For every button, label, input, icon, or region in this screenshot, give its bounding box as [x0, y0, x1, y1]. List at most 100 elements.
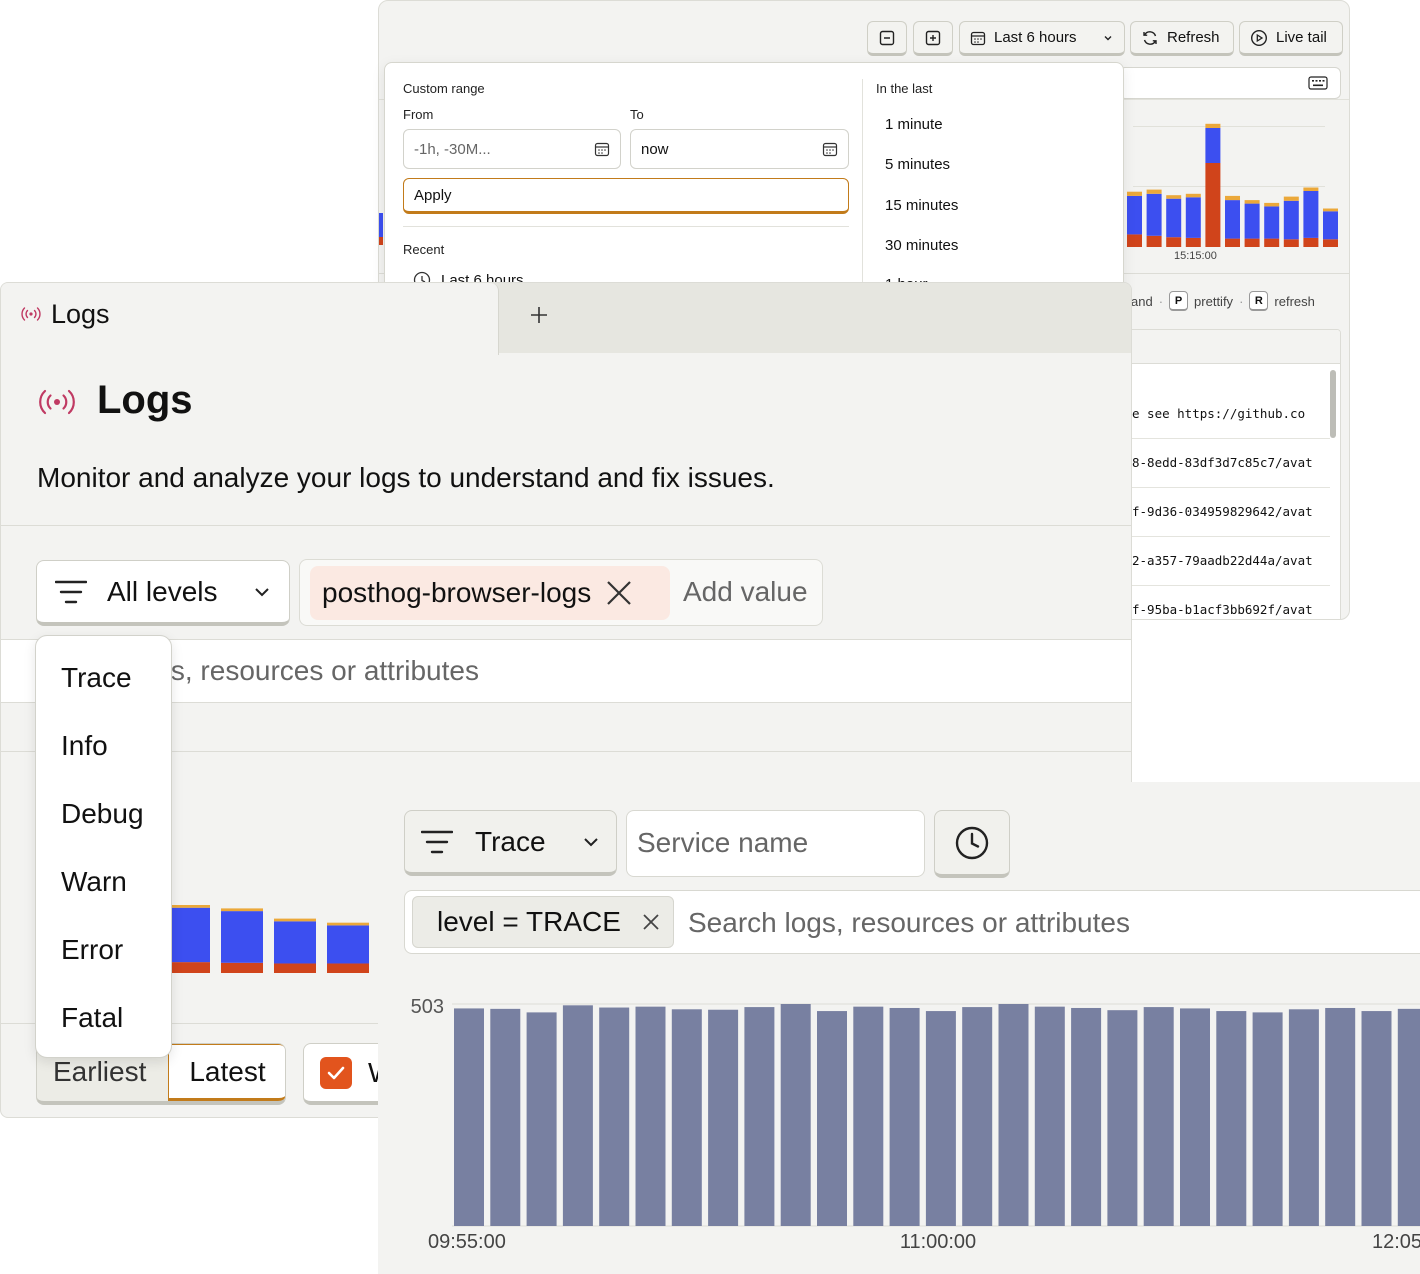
time-range-button[interactable] — [934, 810, 1010, 878]
x-tick-label: 12:05 — [1372, 1231, 1420, 1253]
calendar-icon — [594, 142, 610, 157]
log-line[interactable]: f-95ba-b1acf3bb692f/avat — [1132, 602, 1313, 617]
close-icon[interactable] — [641, 912, 661, 932]
chart-bar-error — [1264, 238, 1280, 247]
chart-bar — [1252, 1012, 1283, 1226]
log-line[interactable]: 2-a357-79aadb22d44a/avat — [1132, 553, 1313, 568]
chart-bar-warn — [221, 908, 263, 912]
chart-bar-info — [1283, 200, 1299, 240]
level-option-warn[interactable]: Warn — [61, 866, 127, 898]
level-option-fatal[interactable]: Fatal — [61, 1002, 123, 1034]
chart-bar-info — [1185, 197, 1201, 238]
to-value: now — [641, 140, 669, 158]
service-filter[interactable]: posthog-browser-logs Add value — [299, 559, 823, 626]
sort-latest-button[interactable]: Latest — [168, 1044, 285, 1101]
chart-bar — [1325, 1007, 1356, 1226]
shortcut-key[interactable]: P — [1169, 291, 1189, 311]
level-option-info[interactable]: Info — [61, 730, 108, 762]
search-bar[interactable] — [1119, 67, 1341, 99]
live-tail-button[interactable]: Live tail — [1239, 21, 1343, 56]
chart-bar-error — [274, 963, 316, 973]
zoom-in-button[interactable] — [913, 21, 953, 56]
page-description: Monitor and analyze your logs to underst… — [37, 462, 775, 493]
date-range-popover: Custom range From To -1h, -30M... now Ap… — [384, 62, 1124, 302]
chart-bar — [599, 1007, 630, 1226]
sort-earliest-button[interactable]: Earliest — [53, 1056, 146, 1088]
refresh-label: Refresh — [1167, 29, 1220, 46]
chart-bar — [1361, 1011, 1392, 1226]
chart-bar-error — [1283, 239, 1299, 247]
trace-level-select[interactable]: Trace — [404, 810, 617, 876]
service-name-input[interactable]: Service name — [626, 810, 925, 877]
apply-button[interactable]: Apply — [403, 178, 849, 214]
custom-range-title: Custom range — [403, 81, 485, 96]
trace-level-label: Trace — [475, 825, 546, 857]
service-chip-label: posthog-browser-logs — [322, 577, 592, 608]
chart-bar — [1216, 1011, 1247, 1226]
chart-bar — [379, 237, 383, 245]
refresh-icon — [1143, 30, 1157, 45]
level-menu: Trace Info Debug Warn Error Fatal — [35, 635, 172, 1058]
plus-icon[interactable] — [528, 304, 550, 326]
check-icon — [327, 1066, 345, 1079]
date-range-label: Last 6 hours — [994, 29, 1077, 46]
wrap-checkbox[interactable] — [320, 1056, 352, 1089]
level-option-trace[interactable]: Trace — [61, 662, 132, 694]
to-input[interactable]: now — [630, 129, 849, 169]
chart-bar — [1071, 1007, 1102, 1226]
chart-bar-info — [1127, 195, 1142, 235]
chart-bar-warn — [1323, 208, 1338, 212]
chart-bar-warn — [327, 922, 369, 926]
chart-bar-info — [168, 907, 210, 963]
trace-search-input[interactable]: level = TRACE Search logs, resources or … — [404, 890, 1420, 954]
scrollbar[interactable] — [1330, 370, 1336, 438]
chart-bar-info — [274, 921, 316, 964]
from-label: From — [403, 107, 434, 122]
filter-icon — [421, 830, 453, 853]
level-option-debug[interactable]: Debug — [61, 798, 144, 830]
x-tick-label: 09:55:00 — [428, 1231, 506, 1253]
chart-bar-error — [1166, 237, 1182, 247]
chart-bar-info — [221, 911, 263, 963]
chart-bar — [1143, 1007, 1174, 1226]
chart-bar — [1107, 1010, 1138, 1226]
chart-bar-info — [1323, 211, 1338, 240]
live-tail-label: Live tail — [1276, 29, 1327, 46]
close-icon[interactable] — [605, 579, 633, 607]
in-the-last-option[interactable]: 5 minutes — [885, 156, 950, 173]
chart-bar — [1180, 1008, 1210, 1226]
date-range-select[interactable]: Last 6 hours — [959, 21, 1125, 56]
zoom-out-button[interactable] — [867, 21, 907, 56]
shortcut-key[interactable]: R — [1249, 291, 1269, 311]
level-filter-select[interactable]: All levels — [36, 560, 290, 626]
filter-icon — [55, 580, 87, 603]
chart-bar-warn — [1166, 195, 1182, 199]
recent-title: Recent — [403, 242, 445, 257]
chart-bar-error — [168, 962, 210, 973]
chart-bar — [1034, 1006, 1065, 1226]
in-the-last-option[interactable]: 1 minute — [885, 116, 943, 133]
broadcast-icon — [39, 389, 75, 415]
service-name-placeholder: Service name — [637, 827, 809, 858]
chart-bar — [671, 1009, 702, 1226]
chart-bar — [889, 1007, 920, 1226]
tab-logs[interactable]: Logs — [1, 283, 499, 355]
add-value-input[interactable]: Add value — [683, 576, 808, 608]
log-line[interactable]: f-9d36-034959829642/avat — [1132, 504, 1313, 519]
log-line[interactable]: e see https://github.co — [1132, 406, 1305, 421]
trace-search-placeholder: Search logs, resources or attributes — [688, 907, 1130, 938]
chart-bar-warn — [1244, 200, 1260, 204]
keyboard-icon — [1308, 76, 1328, 90]
in-the-last-title: In the last — [876, 81, 933, 96]
from-input[interactable]: -1h, -30M... — [403, 129, 621, 169]
log-line[interactable]: 8-8edd-83df3d7c85c7/avat — [1132, 455, 1313, 470]
in-the-last-option[interactable]: 15 minutes — [885, 197, 958, 214]
tab-title: Logs — [51, 299, 110, 329]
chart-bar-warn — [168, 905, 210, 908]
in-the-last-option[interactable]: 30 minutes — [885, 237, 958, 254]
level-option-error[interactable]: Error — [61, 934, 123, 966]
refresh-button[interactable]: Refresh — [1130, 21, 1234, 56]
chart-bar-warn — [1283, 196, 1299, 201]
service-chip: posthog-browser-logs — [310, 566, 670, 620]
chart-bar — [562, 1005, 593, 1226]
